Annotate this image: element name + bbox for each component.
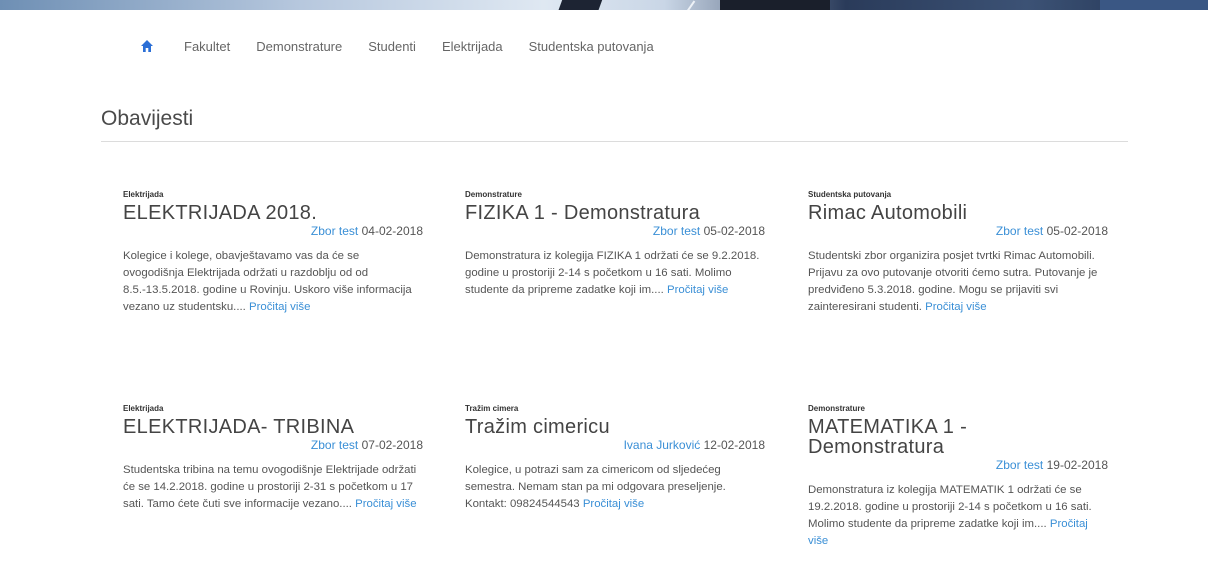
news-card: Elektrijada ELEKTRIJADA- TRIBINA Zbor te…: [123, 404, 423, 513]
card-author[interactable]: Zbor test: [311, 438, 358, 452]
card-date: 04-02-2018: [361, 224, 423, 238]
read-more-link[interactable]: Pročitaj više: [925, 301, 986, 313]
card-excerpt: Demonstratura iz kolegija FIZIKA 1 održa…: [465, 248, 765, 299]
card-category[interactable]: Tražim cimera: [465, 404, 765, 414]
home-icon[interactable]: [140, 39, 154, 53]
nav-item-fakultet[interactable]: Fakultet: [184, 39, 230, 54]
card-title[interactable]: ELEKTRIJADA 2018.: [123, 203, 423, 223]
card-category[interactable]: Demonstrature: [808, 404, 1108, 414]
main-nav: Fakultet Demonstrature Studenti Elektrij…: [140, 34, 680, 58]
card-meta: Ivana Jurković 12-02-2018: [465, 438, 765, 453]
card-title[interactable]: ELEKTRIJADA- TRIBINA: [123, 417, 423, 437]
nav-item-elektrijada[interactable]: Elektrijada: [442, 39, 503, 54]
card-excerpt: Studentska tribina na temu ovogodišnje E…: [123, 462, 423, 513]
news-card: Studentska putovanja Rimac Automobili Zb…: [808, 190, 1108, 316]
nav-item-studentska-putovanja[interactable]: Studentska putovanja: [529, 39, 654, 54]
news-card: Tražim cimera Tražim cimericu Ivana Jurk…: [465, 404, 765, 513]
card-title[interactable]: Rimac Automobili: [808, 203, 1108, 223]
read-more-link[interactable]: Pročitaj više: [667, 284, 728, 296]
page-title: Obavijesti: [101, 107, 194, 130]
card-title[interactable]: Tražim cimericu: [465, 417, 765, 437]
card-meta: Zbor test 05-02-2018: [808, 224, 1108, 239]
header-banner-image: [0, 0, 1208, 10]
card-category[interactable]: Studentska putovanja: [808, 190, 1108, 200]
card-author[interactable]: Zbor test: [311, 224, 358, 238]
card-author[interactable]: Zbor test: [653, 224, 700, 238]
card-meta: Zbor test 07-02-2018: [123, 438, 423, 453]
card-meta: Zbor test 19-02-2018: [808, 458, 1108, 473]
card-excerpt: Studentski zbor organizira posjet tvrtki…: [808, 248, 1108, 316]
read-more-link[interactable]: Pročitaj više: [583, 498, 644, 510]
card-category[interactable]: Elektrijada: [123, 404, 423, 414]
card-category[interactable]: Elektrijada: [123, 190, 423, 200]
news-card: Demonstrature FIZIKA 1 - Demonstratura Z…: [465, 190, 765, 299]
title-divider: [101, 141, 1128, 142]
card-author[interactable]: Zbor test: [996, 224, 1043, 238]
card-title[interactable]: FIZIKA 1 - Demonstratura: [465, 203, 765, 223]
read-more-link[interactable]: Pročitaj više: [355, 498, 416, 510]
nav-item-studenti[interactable]: Studenti: [368, 39, 416, 54]
card-category[interactable]: Demonstrature: [465, 190, 765, 200]
card-excerpt: Kolegice i kolege, obavještavamo vas da …: [123, 248, 423, 316]
news-card: Demonstrature MATEMATIKA 1 - Demonstratu…: [808, 404, 1108, 550]
card-excerpt: Demonstratura iz kolegija MATEMATIK 1 od…: [808, 482, 1108, 550]
card-date: 07-02-2018: [361, 438, 423, 452]
card-date: 05-02-2018: [1046, 224, 1108, 238]
card-excerpt: Kolegice, u potrazi sam za cimericom od …: [465, 462, 765, 513]
card-date: 19-02-2018: [1046, 458, 1108, 472]
card-meta: Zbor test 05-02-2018: [465, 224, 765, 239]
card-date: 05-02-2018: [703, 224, 765, 238]
card-title[interactable]: MATEMATIKA 1 - Demonstratura: [808, 417, 1108, 457]
card-author[interactable]: Ivana Jurković: [624, 438, 701, 452]
read-more-link[interactable]: Pročitaj više: [249, 301, 310, 313]
card-date: 12-02-2018: [703, 438, 765, 452]
news-card: Elektrijada ELEKTRIJADA 2018. Zbor test …: [123, 190, 423, 316]
card-author[interactable]: Zbor test: [996, 458, 1043, 472]
nav-item-demonstrature[interactable]: Demonstrature: [256, 39, 342, 54]
card-meta: Zbor test 04-02-2018: [123, 224, 423, 239]
